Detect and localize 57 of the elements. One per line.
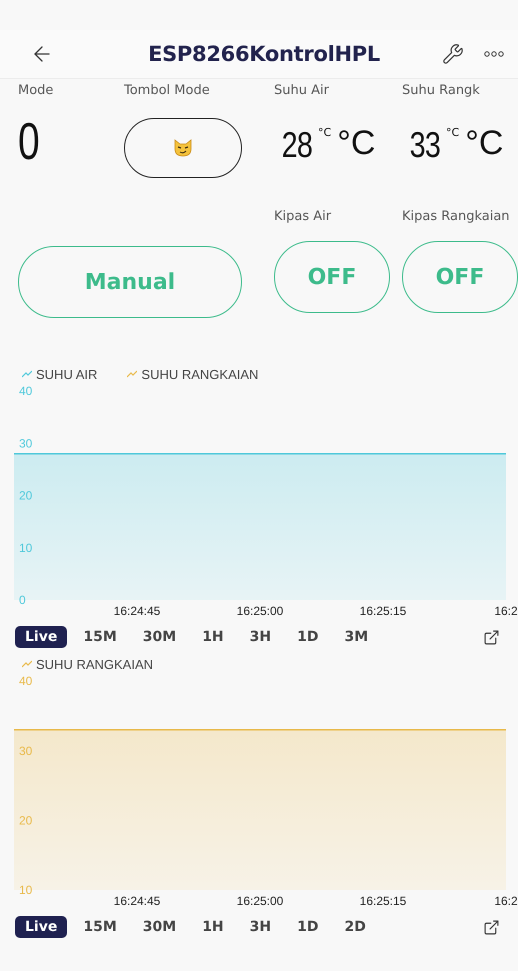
y-axis-label: 10 [19, 540, 32, 555]
x-axis-label: 16:2 [494, 604, 518, 618]
y-axis-label: 0 [19, 593, 26, 608]
expand-icon[interactable] [483, 918, 500, 936]
period-tab[interactable]: 2D [334, 916, 376, 938]
period-tab[interactable]: 1D [287, 916, 328, 938]
wrench-icon[interactable] [442, 43, 464, 65]
widget-label: Tombol Mode [124, 83, 210, 98]
period-tab[interactable]: 3M [334, 626, 378, 648]
cat-face-icon [173, 139, 193, 157]
period-tab[interactable]: 1D [287, 626, 328, 648]
x-axis-label: 16:25:00 [236, 894, 284, 908]
legend-label: SUHU RANGKAIAN [141, 366, 258, 382]
y-axis-label: 20 [19, 488, 32, 503]
period-tab[interactable]: 3H [240, 626, 282, 648]
mode-value: 0 [18, 112, 40, 172]
period-tab[interactable]: 30M [132, 626, 186, 648]
mode-button[interactable] [124, 118, 242, 178]
y-axis-label: 10 [19, 883, 32, 898]
widget-label: Kipas Air [274, 209, 332, 224]
x-axis-label: 16:25:15 [360, 894, 406, 908]
more-icon[interactable] [484, 51, 504, 57]
x-axis-label: 16:24:45 [114, 894, 160, 908]
period-tab[interactable]: 15M [73, 626, 127, 648]
period-tab[interactable]: Live [15, 916, 68, 938]
line-chart-icon [22, 660, 32, 668]
x-axis-label: 16:25:00 [236, 604, 284, 618]
unit-superscript: °C [318, 126, 332, 139]
legend-label: SUHU RANGKAIAN [36, 656, 154, 672]
line-chart-icon [127, 370, 138, 378]
period-tab[interactable]: 1H [192, 916, 234, 938]
app-title: ESP8266KontrolHPL [147, 42, 381, 66]
widget-label: Suhu Air [274, 83, 329, 98]
y-axis-label: 30 [19, 436, 32, 450]
y-axis-label: 40 [19, 384, 32, 398]
widget-label: Mode [18, 83, 54, 98]
period-tab[interactable]: 15M [73, 916, 127, 938]
period-tab[interactable]: 1H [192, 626, 234, 648]
unit-superscript: °C [446, 126, 460, 139]
y-axis-label: 30 [19, 744, 32, 758]
x-axis-label: 16:25:15 [360, 604, 406, 618]
legend-label: SUHU AIR [36, 366, 98, 382]
temperature-unit: °C [337, 124, 376, 163]
widget-label: Kipas Rangkaian [402, 209, 510, 224]
period-tab[interactable]: 3H [240, 916, 282, 938]
y-axis-label: 20 [19, 814, 32, 828]
period-tab[interactable]: 30M [132, 916, 186, 938]
y-axis-label: 40 [19, 674, 32, 688]
x-axis-label: 16:24:45 [114, 604, 160, 618]
temperature-value: 28 [282, 124, 312, 166]
temperature-unit: °C [465, 124, 504, 163]
expand-icon[interactable] [483, 628, 500, 646]
line-chart-icon [22, 370, 32, 378]
temperature-value: 33 [410, 124, 440, 166]
period-tab[interactable]: Live [15, 626, 68, 648]
widget-label: Suhu Rangk [402, 83, 480, 98]
x-axis-label: 16:2 [494, 894, 518, 908]
